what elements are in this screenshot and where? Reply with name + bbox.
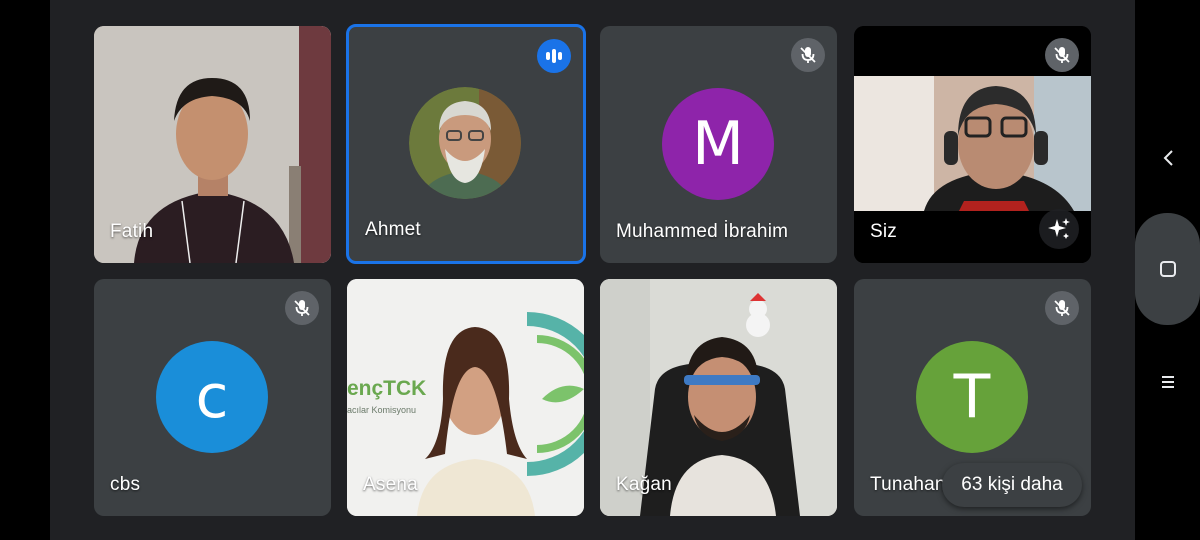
participant-name: Asena — [363, 474, 418, 495]
mic-off-icon — [1054, 47, 1070, 63]
chevron-left-icon[interactable] — [1157, 146, 1181, 170]
muted-indicator — [791, 38, 825, 72]
left-screen-edge — [0, 0, 50, 540]
participant-name: Muhammed İbrahim — [616, 221, 789, 242]
participant-tile-asena[interactable]: ençTCK acılar Komisyonu Asena — [347, 279, 584, 516]
muted-indicator — [1045, 38, 1079, 72]
three-lines-icon[interactable] — [1156, 370, 1180, 394]
profile-photo — [409, 87, 521, 199]
sparkle-icon — [1048, 218, 1070, 239]
mic-off-icon — [294, 300, 310, 316]
participant-tile-ahmet[interactable]: Ahmet — [346, 24, 586, 264]
participant-tile-muhammed-ibrahim[interactable]: M Muhammed İbrahim — [600, 26, 837, 263]
square-icon — [1159, 261, 1176, 277]
speaking-indicator — [537, 39, 571, 73]
more-participants-button[interactable]: 63 kişi daha — [942, 463, 1082, 507]
background-subtitle-text: acılar Komisyonu — [347, 405, 417, 415]
mic-off-icon — [800, 47, 816, 63]
audio-bars-icon — [546, 49, 562, 63]
participant-name: Tunahan — [870, 474, 946, 495]
participant-tile-fatih[interactable]: Fatih — [94, 26, 331, 263]
muted-indicator — [285, 291, 319, 325]
participant-name: Kağan — [616, 474, 672, 495]
effects-button[interactable] — [1039, 209, 1079, 249]
participant-tile-cbs[interactable]: c cbs — [94, 279, 331, 516]
participant-name: Fatih — [110, 221, 154, 242]
video-grid: Fatih Ahmet M Muhammed İbrahim Siz c cbs… — [50, 0, 1135, 540]
participant-name: Ahmet — [365, 219, 421, 240]
mic-off-icon — [1054, 300, 1070, 316]
participant-name: cbs — [110, 474, 141, 495]
letter-avatar: T — [916, 341, 1028, 453]
participant-tile-self[interactable]: Siz — [854, 26, 1091, 263]
letter-avatar: M — [662, 88, 774, 200]
letter-avatar: c — [156, 341, 268, 453]
muted-indicator — [1045, 291, 1079, 325]
home-button[interactable] — [1135, 213, 1200, 325]
background-brand-text: ençTCK — [347, 377, 427, 400]
participant-tile-kagan[interactable]: Kağan — [600, 279, 837, 516]
participant-name: Siz — [870, 221, 897, 242]
